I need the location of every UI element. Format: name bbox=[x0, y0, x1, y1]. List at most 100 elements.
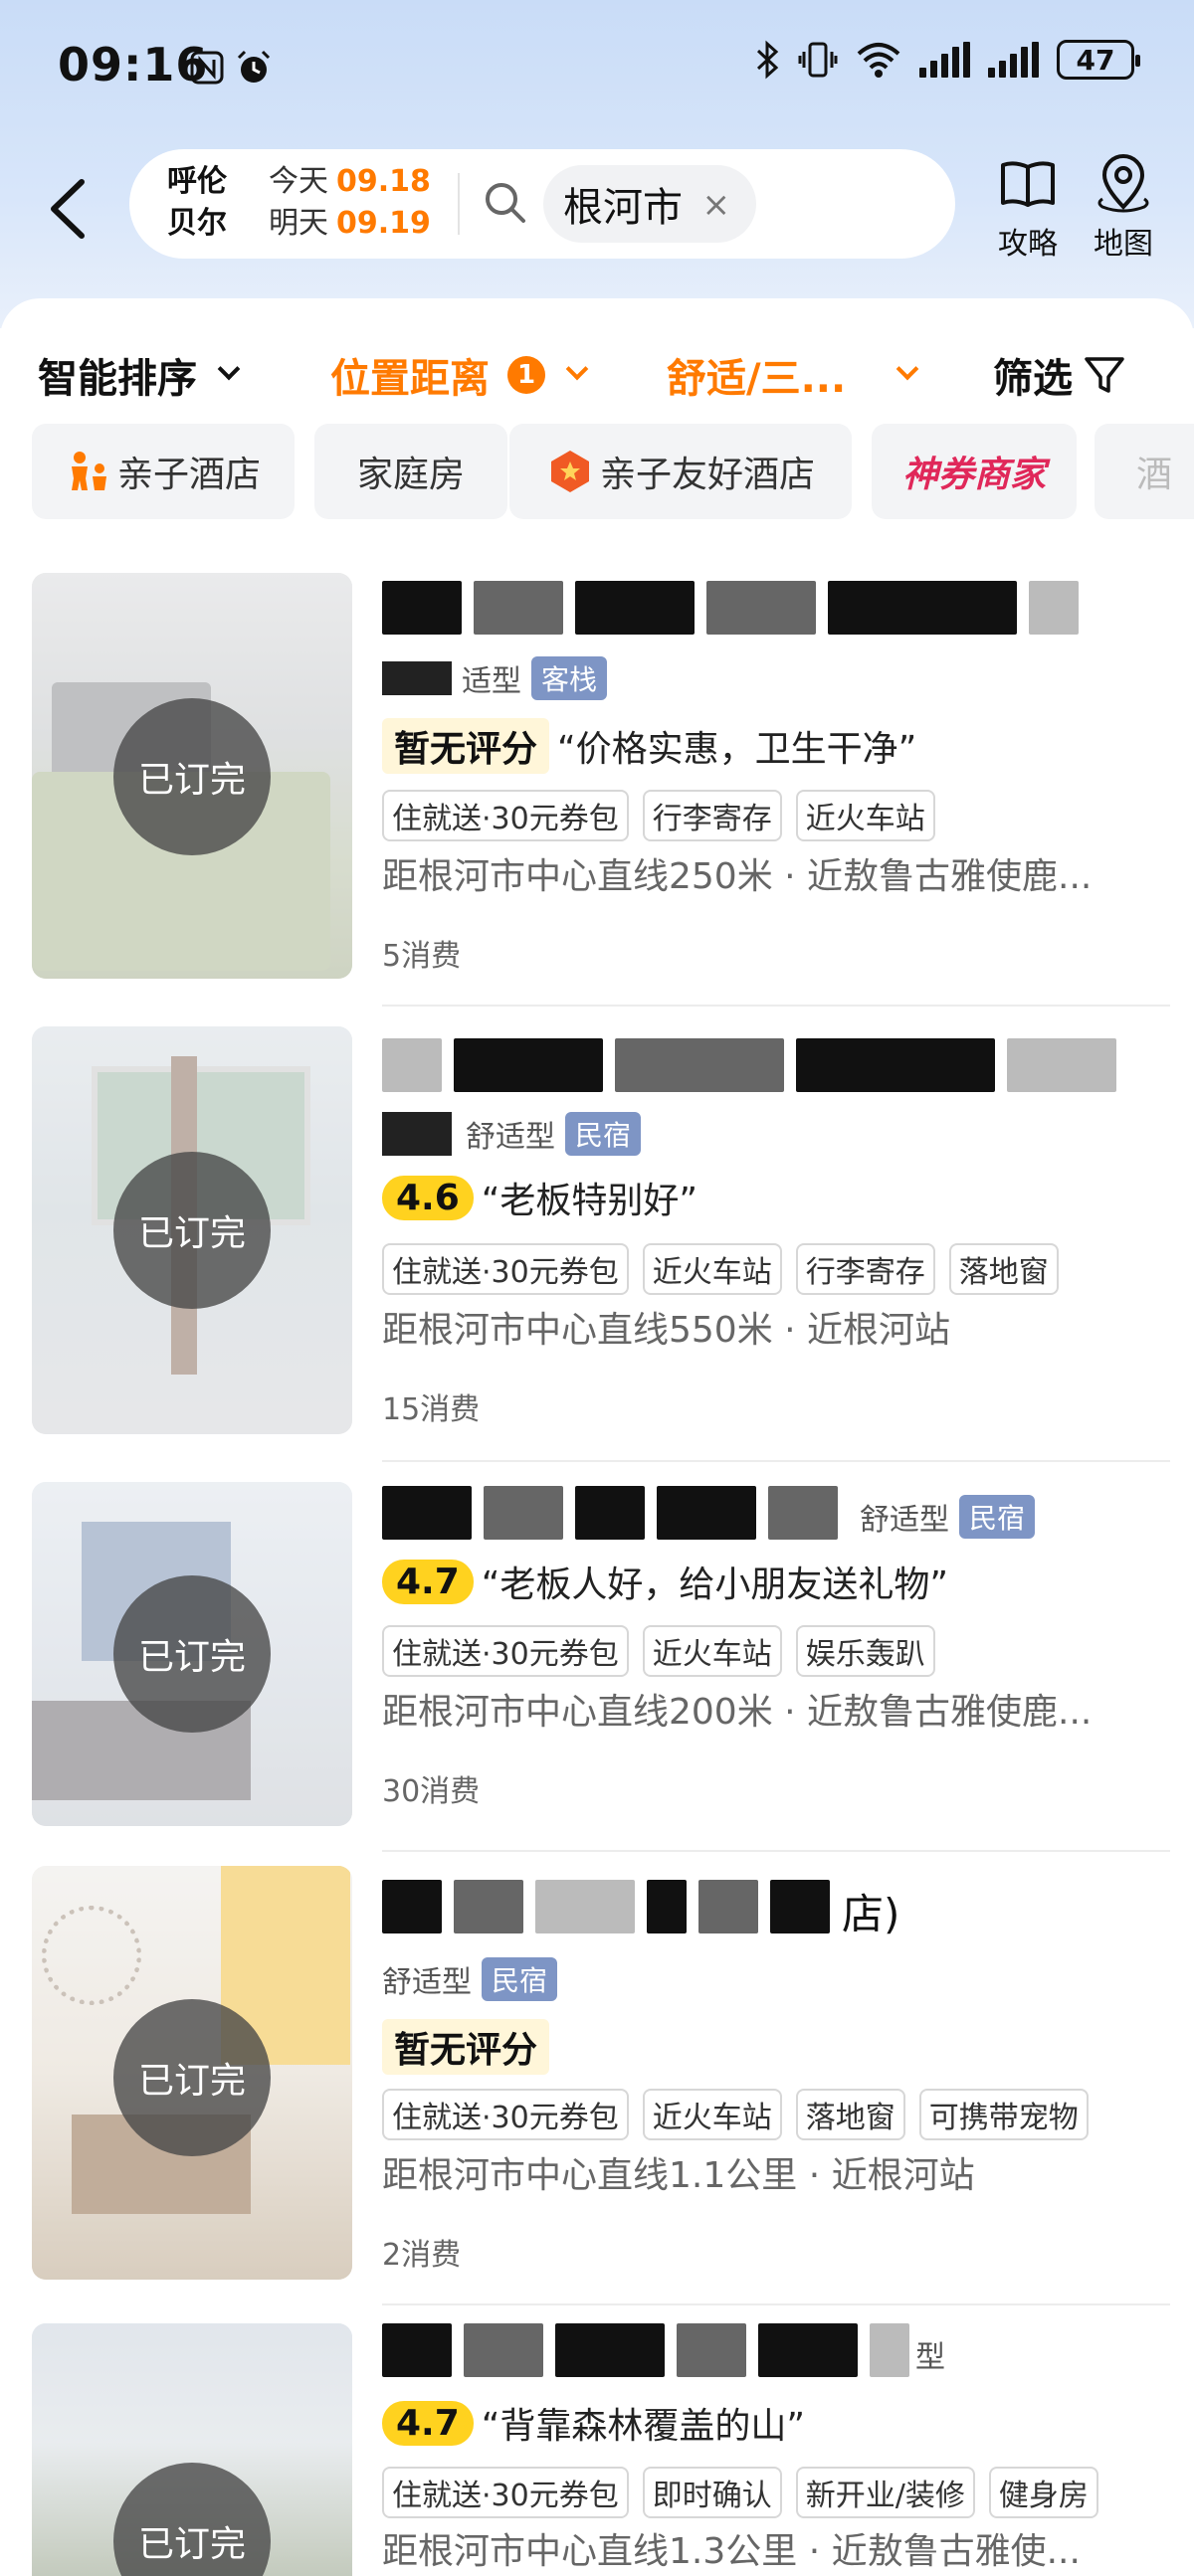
filter-icon bbox=[1085, 357, 1124, 393]
tag-family-room[interactable]: 家庭房 bbox=[314, 424, 507, 519]
feature-tag: 落地窗 bbox=[795, 2089, 905, 2140]
signal-icon bbox=[919, 42, 970, 78]
tag-family-hotel[interactable]: 亲子酒店 bbox=[32, 424, 295, 519]
chevron-down-icon bbox=[217, 357, 241, 381]
rating-score: 4.6 bbox=[382, 1175, 474, 1220]
guide-button[interactable]: 攻略 bbox=[985, 153, 1071, 263]
alarm-icon bbox=[235, 46, 273, 87]
chevron-left-icon bbox=[51, 179, 85, 239]
nfc-icon bbox=[189, 46, 225, 86]
smart-sort-label: 智能排序 bbox=[38, 356, 197, 402]
hotel-photo[interactable]: 已订完 bbox=[32, 1482, 352, 1826]
hotel-name-line: 店) bbox=[382, 1880, 899, 1941]
divider bbox=[382, 1005, 1170, 1007]
smart-sort-dropdown[interactable]: 智能排序 bbox=[38, 346, 241, 404]
family-icon bbox=[71, 452, 106, 490]
sold-out-badge: 已订完 bbox=[113, 698, 271, 855]
signal-icon bbox=[988, 42, 1039, 78]
filter-label: 筛选 bbox=[993, 356, 1073, 402]
city-line-1: 呼伦 bbox=[167, 164, 227, 199]
tag-label: 神券商家 bbox=[901, 455, 1046, 495]
consumption-line: 5消费 bbox=[382, 931, 461, 975]
hotel-card[interactable]: 已订完 适型 客栈 暂无评分 “价格实惠，卫生干净” 住就送·30元券包 行李寄… bbox=[0, 573, 1194, 981]
hotel-name-line: 型 bbox=[382, 2323, 955, 2385]
sold-out-badge: 已订完 bbox=[113, 1575, 271, 1733]
feature-tags: 住就送·30元券包 即时确认 新开业/装修 健身房 bbox=[382, 2467, 1112, 2518]
comfort-level-dropdown[interactable]: 舒适/三... bbox=[667, 346, 919, 404]
feature-tag: 可携带宠物 bbox=[918, 2089, 1089, 2140]
feature-tags: 住就送·30元券包 行李寄存 近火车站 bbox=[382, 790, 949, 841]
distance-line: 距根河市中心直线1.1公里 · 近根河站 bbox=[382, 2146, 975, 2198]
consumption-line: 2消费 bbox=[382, 2230, 461, 2274]
wifi-icon bbox=[856, 40, 901, 80]
consumption-line: 30消费 bbox=[382, 1766, 480, 1810]
tag-kid-friendly[interactable]: 亲子友好酒店 bbox=[509, 424, 852, 519]
rating-line: 4.6 “老板特别好” bbox=[382, 1172, 697, 1223]
hotel-photo[interactable]: 已订完 bbox=[32, 1866, 352, 2280]
tag-label: 亲子酒店 bbox=[116, 455, 261, 495]
back-button[interactable] bbox=[40, 174, 100, 244]
rating-score: 4.7 bbox=[382, 1559, 474, 1604]
feature-tag: 行李寄存 bbox=[642, 790, 782, 841]
feature-tag: 行李寄存 bbox=[795, 1243, 935, 1295]
clock: 09:16 bbox=[58, 38, 209, 92]
clear-keyword-icon[interactable]: × bbox=[702, 185, 731, 225]
guide-label: 攻略 bbox=[998, 227, 1058, 262]
divider bbox=[382, 1460, 1170, 1462]
sold-out-badge: 已订完 bbox=[113, 1152, 271, 1309]
consumption-count: 2消费 bbox=[382, 2238, 462, 2273]
hotel-photo[interactable]: 已订完 bbox=[32, 2323, 352, 2576]
sold-out-badge: 已订完 bbox=[113, 1999, 271, 2156]
vibrate-icon bbox=[798, 40, 838, 80]
checkin-label: 今天 bbox=[269, 164, 328, 199]
map-button[interactable]: 地图 bbox=[1081, 153, 1166, 263]
hotel-name-redacted bbox=[382, 581, 1079, 643]
search-header: 呼伦 贝尔 今天 09.18 明天 09.19 根河市 × 攻略 地图 bbox=[0, 139, 1194, 269]
feature-tags: 住就送·30元券包 近火车站 娱乐轰趴 bbox=[382, 1625, 949, 1677]
hotel-info: 型 4.7 “背靠森林覆盖的山” 住就送·30元券包 即时确认 新开业/装修 健… bbox=[382, 2323, 1154, 2576]
tag-coupon-merchant[interactable]: 神券商家 bbox=[872, 424, 1077, 519]
quick-filter-tags: 亲子酒店 家庭房 亲子友好酒店 神券商家 酒 bbox=[0, 424, 1194, 523]
search-bar[interactable]: 呼伦 贝尔 今天 09.18 明天 09.19 根河市 × bbox=[129, 149, 955, 259]
hotel-type: 舒适型 bbox=[466, 1120, 555, 1155]
battery-icon: 47 bbox=[1057, 40, 1140, 80]
feature-tag: 近火车站 bbox=[642, 2089, 782, 2140]
hotel-photo[interactable]: 已订完 bbox=[32, 573, 352, 979]
category-badge: 客栈 bbox=[531, 656, 608, 700]
feature-tag: 新开业/装修 bbox=[795, 2467, 975, 2518]
hotel-name-redacted bbox=[382, 1880, 830, 1941]
city-selector[interactable]: 呼伦 贝尔 bbox=[167, 161, 227, 245]
review-quote: “老板特别好” bbox=[481, 1181, 698, 1221]
feature-tag: 落地窗 bbox=[948, 1243, 1059, 1295]
divider bbox=[382, 1850, 1170, 1852]
rating-line: 4.7 “背靠森林覆盖的山” bbox=[382, 2397, 805, 2449]
hotel-card[interactable]: 已订完 型 4.7 “背靠森林覆盖的山” 住就送·30元券包 即时确认 新开业/… bbox=[0, 2323, 1194, 2576]
chevron-down-icon bbox=[565, 357, 589, 381]
sort-bar: 智能排序 位置距离 1 舒适/三... 筛选 bbox=[0, 326, 1194, 426]
filter-button[interactable]: 筛选 bbox=[993, 346, 1126, 404]
bluetooth-icon bbox=[754, 40, 780, 80]
hotel-type: 舒适型 bbox=[382, 1965, 472, 2000]
rating-line: 暂无评分 bbox=[382, 2019, 557, 2075]
search-keyword-chip[interactable]: 根河市 × bbox=[543, 165, 756, 243]
feature-tag: 娱乐轰趴 bbox=[795, 1625, 935, 1677]
hotel-photo[interactable]: 已订完 bbox=[32, 1026, 352, 1434]
hotel-card[interactable]: 已订完 舒适型 民宿 4.7 “老板人好，给小朋友送礼物” 住就送·30元券包 … bbox=[0, 1482, 1194, 1826]
rating: 暂无评分 bbox=[382, 718, 550, 774]
date-selector[interactable]: 今天 09.18 明天 09.19 bbox=[269, 161, 431, 245]
tag-more[interactable]: 酒 bbox=[1094, 424, 1194, 519]
comfort-label: 舒适/三... bbox=[667, 356, 847, 402]
location-distance-dropdown[interactable]: 位置距离 1 bbox=[330, 346, 589, 404]
hotel-type: 舒适型 bbox=[860, 1503, 949, 1538]
checkout-date: 09.19 bbox=[336, 206, 431, 241]
consumption-count: 30消费 bbox=[382, 1774, 481, 1809]
hotel-type: 型 bbox=[915, 2340, 945, 2375]
location-label: 位置距离 bbox=[330, 356, 490, 402]
map-pin-icon bbox=[1097, 154, 1149, 213]
feature-tag: 近火车站 bbox=[642, 1243, 782, 1295]
search-icon bbox=[486, 183, 525, 223]
hotel-card[interactable]: 已订完 舒适型 民宿 4.6 “老板特别好” 住就送·30元券包 近火车站 行李… bbox=[0, 1026, 1194, 1434]
hotel-card[interactable]: 已订完 店) 舒适型 民宿 暂无评分 住就送·30元券包 近火车站 落地窗 可携… bbox=[0, 1866, 1194, 2280]
feature-tags: 住就送·30元券包 近火车站 行李寄存 落地窗 bbox=[382, 1243, 1073, 1295]
hotel-type-line: 舒适型 民宿 bbox=[382, 1112, 642, 1156]
